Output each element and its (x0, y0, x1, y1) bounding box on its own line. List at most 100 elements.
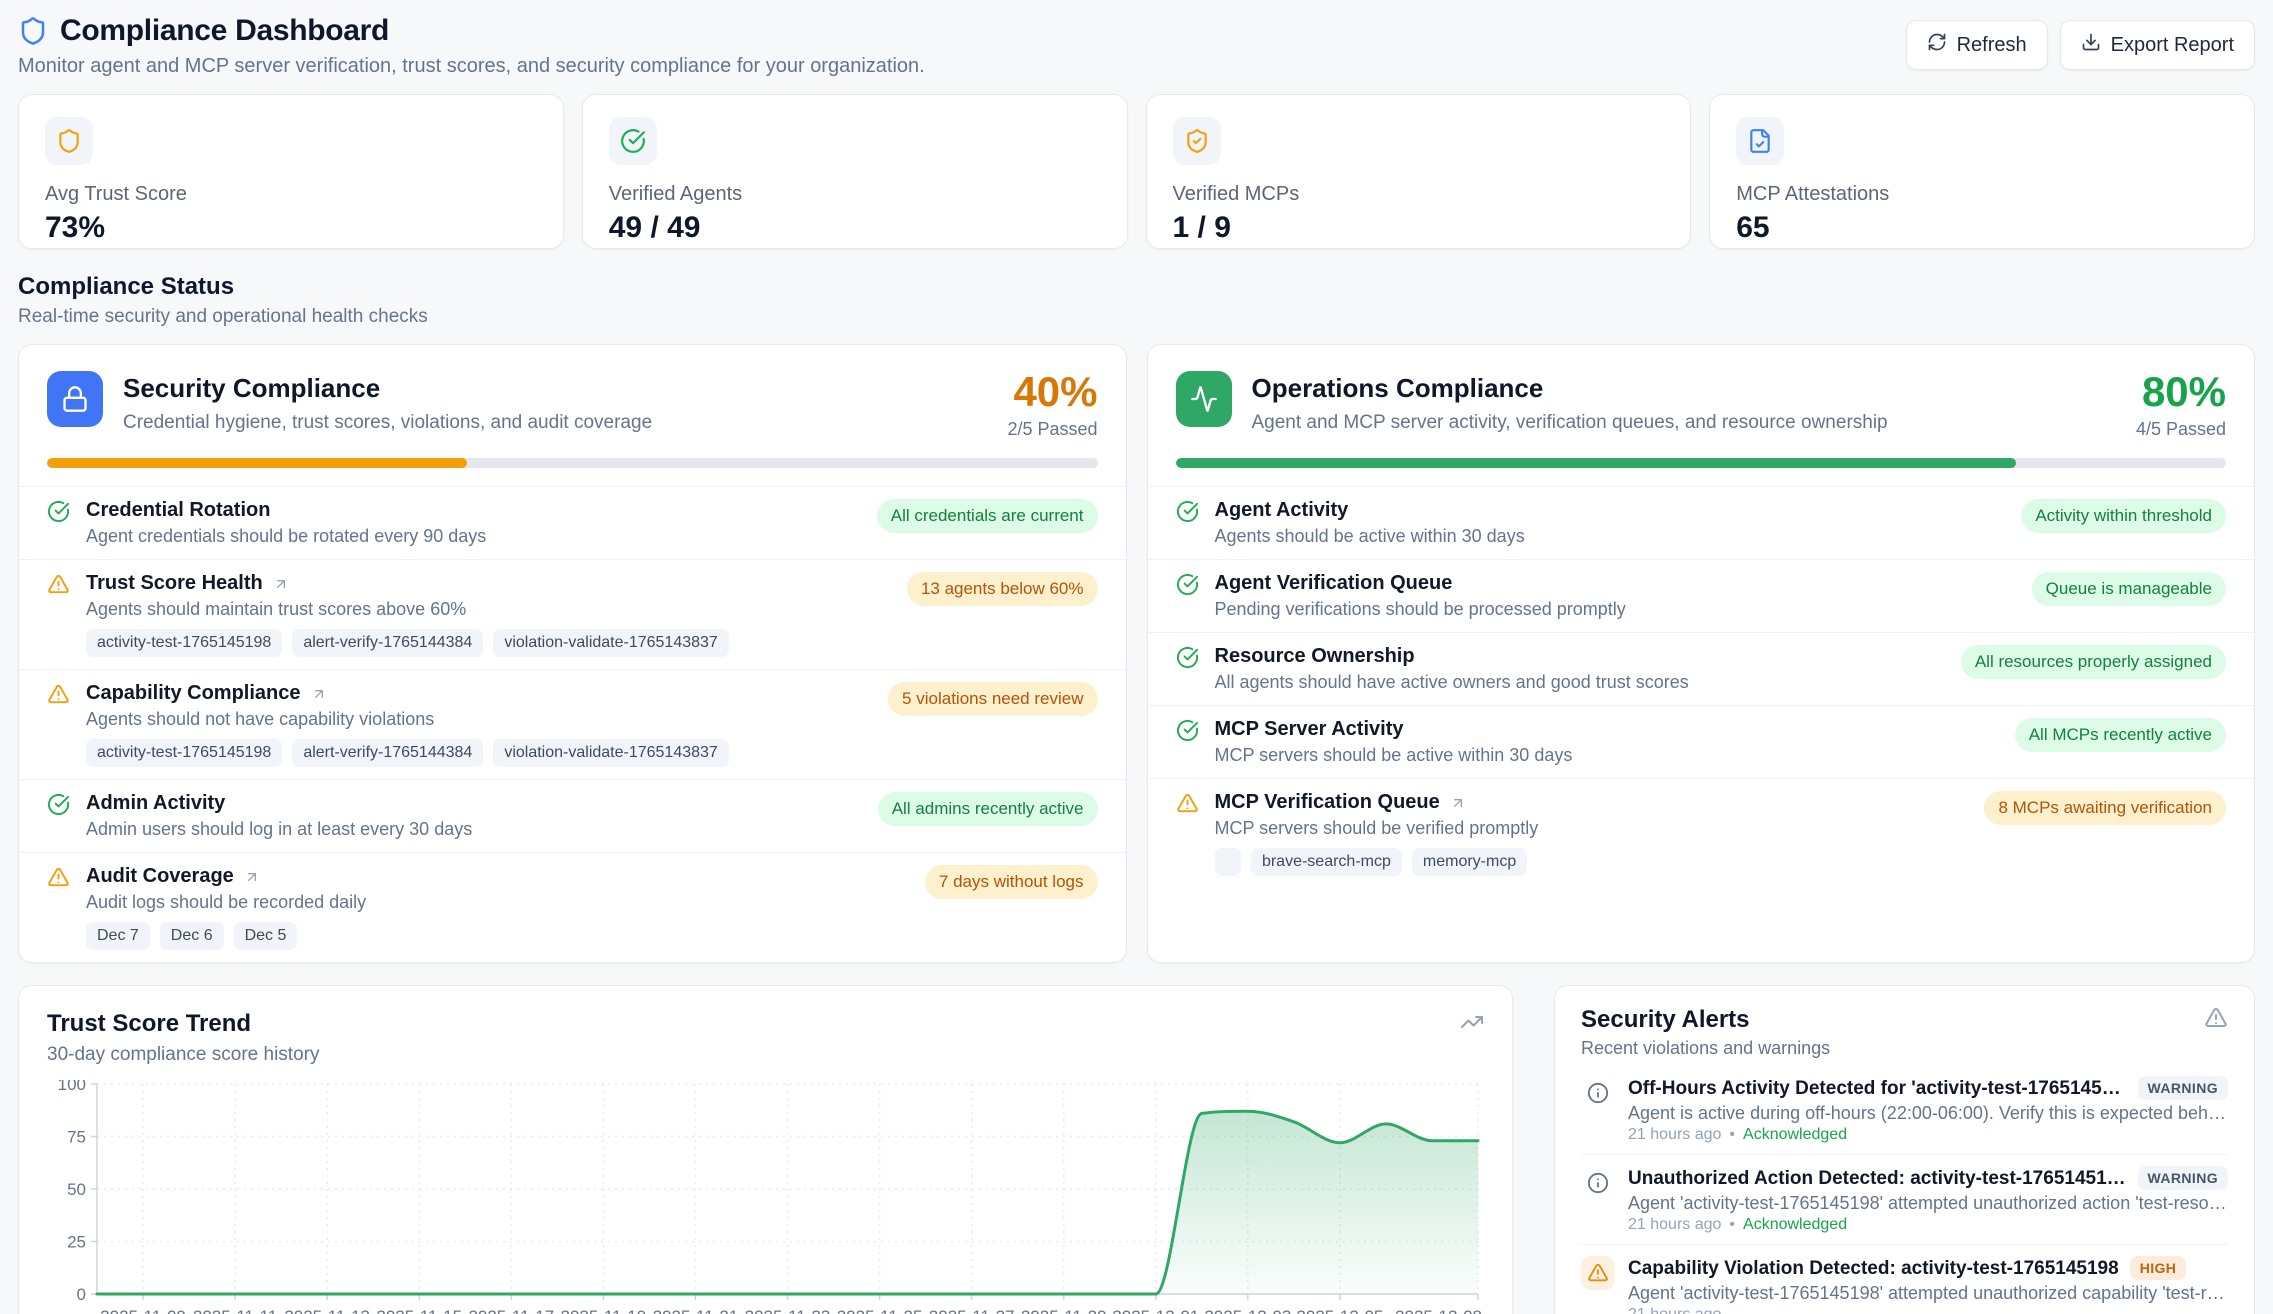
export-report-button[interactable]: Export Report (2060, 20, 2255, 70)
alert-body: Capability Violation Detected: activity-… (1628, 1256, 2228, 1314)
alert-meta: 21 hours ago•Acknowledged (1628, 1127, 2228, 1143)
alert-severity-badge: WARNING (2138, 1166, 2228, 1190)
check-body: Agent ActivityAgents should be active wi… (1215, 499, 1525, 547)
circle-check-icon (1176, 500, 1199, 528)
page-title: Compliance Dashboard (60, 14, 389, 48)
alert-row: Off-Hours Activity Detected for 'activit… (1581, 1065, 2228, 1154)
shield-check-icon (1173, 117, 1221, 165)
svg-text:2025-11-29: 2025-11-29 (1021, 1307, 1107, 1314)
card-subtitle: Credential hygiene, trust scores, violat… (123, 412, 652, 434)
check-desc: Audit logs should be recorded daily (86, 892, 366, 913)
svg-text:2025-11-23: 2025-11-23 (745, 1307, 831, 1314)
triangle-alert-icon (1176, 792, 1199, 820)
status-badge: 8 MCPs awaiting verification (1984, 791, 2226, 825)
svg-text:2025-11-13: 2025-11-13 (284, 1307, 370, 1314)
section-subtitle: Real-time security and operational healt… (18, 306, 2255, 328)
alert-desc: Agent 'activity-test-1765145198' attempt… (1628, 1194, 2228, 1213)
stat-value: 73% (45, 211, 537, 245)
svg-text:2025-11-19: 2025-11-19 (561, 1307, 647, 1314)
alert-ack: Acknowledged (1743, 1127, 1847, 1143)
svg-text:2025-11-21: 2025-11-21 (653, 1307, 739, 1314)
arrow-up-right-icon[interactable] (273, 576, 289, 592)
tag-row: activity-test-1765145198 alert-verify-176… (86, 629, 729, 657)
triangle-alert-icon (47, 866, 70, 894)
arrow-up-right-icon[interactable] (1450, 795, 1466, 811)
progress-bar (1148, 456, 2255, 486)
score-percent: 80% (2136, 371, 2226, 413)
check-body: MCP Server Activity MCP servers should be… (1215, 718, 1573, 766)
tag-row: brave-search-mcpmemory-mcp (1215, 848, 1539, 876)
circle-check-icon (47, 500, 70, 528)
stat-card: Verified Agents49 / 49 (582, 94, 1128, 249)
check-body: Admin Activity Admin users should log in … (86, 792, 472, 840)
check-name: Audit Coverage (86, 865, 234, 888)
file-check-icon (1736, 117, 1784, 165)
arrow-up-right-icon[interactable] (244, 869, 260, 885)
tag: Dec 6 (160, 922, 224, 950)
check-name: Resource Ownership (1215, 645, 1415, 668)
header-actions: Refresh Export Report (1906, 20, 2255, 70)
status-badge: Queue is manageable (2032, 572, 2226, 606)
check-name: Credential Rotation (86, 499, 270, 522)
stat-card: MCP Attestations65 (1709, 94, 2255, 249)
stat-value: 65 (1736, 211, 2228, 245)
check-desc: Pending verifications should be processe… (1215, 599, 1626, 620)
compliance-dashboard-page: Compliance Dashboard Monitor agent and M… (0, 0, 2273, 1314)
refresh-button[interactable]: Refresh (1906, 20, 2048, 70)
tag (1215, 848, 1241, 876)
check-name: Agent Activity (1215, 499, 1349, 522)
compliance-grid: Security Compliance Credential hygiene, … (18, 344, 2255, 963)
operations-compliance-card: Operations Compliance Agent and MCP serv… (1147, 344, 2256, 963)
check-row: Resource Ownership All agents should have… (1148, 632, 2255, 705)
security-alerts-card: Security Alerts Recent violations and wa… (1554, 985, 2255, 1314)
trust-score-chart: 02550751002025-11-092025-11-112025-11-13… (47, 1080, 1484, 1314)
svg-text:50: 50 (67, 1180, 86, 1199)
tag: violation-validate-1765143837 (493, 739, 729, 767)
alert-severity-badge: WARNING (2138, 1076, 2228, 1100)
circle-check-icon (1176, 719, 1199, 747)
check-desc: All agents should have active owners and… (1215, 672, 1689, 693)
check-row: Capability ComplianceAgents should not h… (19, 669, 1126, 779)
triangle-alert-icon (47, 573, 70, 601)
status-badge: All credentials are current (877, 499, 1098, 533)
stats-row: Avg Trust Score73%Verified Agents49 / 49… (18, 94, 2255, 249)
chart-title: Trust Score Trend (47, 1010, 319, 1038)
alert-row: Unauthorized Action Detected: activity-t… (1581, 1154, 2228, 1244)
check-row: Trust Score HealthAgents should maintain… (19, 559, 1126, 669)
left-column: Trust Score Trend 30-day compliance scor… (18, 985, 1513, 1314)
triangle-alert-icon (47, 683, 70, 711)
activity-icon (1176, 371, 1232, 427)
circle-check-icon (47, 793, 70, 821)
tag-row: Dec 7Dec 6Dec 5 (86, 922, 366, 950)
stat-card: Avg Trust Score73% (18, 94, 564, 249)
svg-text:25: 25 (67, 1233, 86, 1252)
status-badge: Activity within threshold (2021, 499, 2226, 533)
tag: Dec 7 (86, 922, 150, 950)
check-name: Agent Verification Queue (1215, 572, 1453, 595)
dot-separator: • (1729, 1127, 1735, 1143)
trust-score-trend-card: Trust Score Trend 30-day compliance scor… (18, 985, 1513, 1314)
lock-icon (47, 371, 103, 427)
chart-subtitle: 30-day compliance score history (47, 1044, 319, 1066)
check-name: Admin Activity (86, 792, 225, 815)
check-desc: MCP servers should be active within 30 d… (1215, 745, 1573, 766)
check-row: Agent Verification Queue Pending verifica… (1148, 559, 2255, 632)
check-name: MCP Server Activity (1215, 718, 1404, 741)
svg-text:2025-12-08: 2025-12-08 (1395, 1307, 1482, 1314)
tag: alert-verify-1765144384 (292, 629, 483, 657)
score-percent: 40% (1007, 371, 1097, 413)
check-row: Admin Activity Admin users should log in … (19, 779, 1126, 852)
check-body: Trust Score HealthAgents should maintain… (86, 572, 729, 657)
arrow-up-right-icon[interactable] (311, 686, 327, 702)
check-desc: Admin users should log in at least every… (86, 819, 472, 840)
card-subtitle: Agent and MCP server activity, verificat… (1252, 412, 1888, 434)
tag: activity-test-1765145198 (86, 629, 282, 657)
tag: activity-test-1765145198 (86, 739, 282, 767)
check-body: Audit Coverage Audit logs should be recor… (86, 865, 366, 950)
info-icon (1581, 1076, 1615, 1110)
check-desc: MCP servers should be verified promptly (1215, 818, 1539, 839)
triangle-alert-icon (1581, 1256, 1615, 1290)
status-badge: All admins recently active (878, 792, 1098, 826)
triangle-alert-icon (2204, 1006, 2228, 1030)
tag: violation-validate-1765143837 (493, 629, 729, 657)
